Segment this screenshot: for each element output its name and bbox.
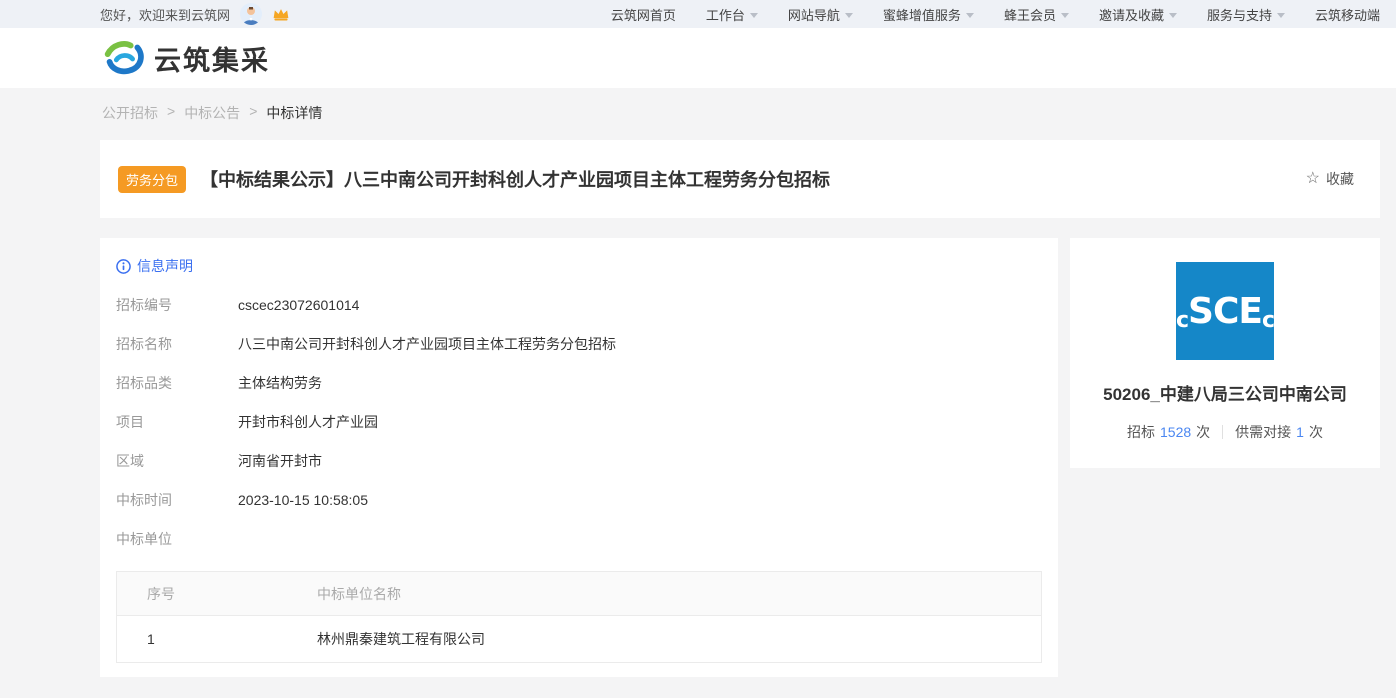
nav-queen-member[interactable]: 蜂王会员 xyxy=(1004,5,1069,24)
chevron-down-icon xyxy=(750,13,758,18)
chevron-down-icon xyxy=(966,13,974,18)
nav-sitemap[interactable]: 网站导航 xyxy=(788,5,853,24)
breadcrumb-open-tender[interactable]: 公开招标 xyxy=(102,103,158,123)
chevron-down-icon xyxy=(845,13,853,18)
chevron-down-icon xyxy=(1277,13,1285,18)
nav-service-support[interactable]: 服务与支持 xyxy=(1207,5,1285,24)
field-tender-name: 招标名称 八三中南公司开封科创人才产业园项目主体工程劳务分包招标 xyxy=(116,325,1042,364)
breadcrumb-award-notice[interactable]: 中标公告 xyxy=(184,103,240,123)
table-header-row: 序号 中标单位名称 xyxy=(117,572,1041,616)
tender-fields: 招标编号 cscec23072601014 招标名称 八三中南公司开封科创人才产… xyxy=(116,286,1042,559)
site-logo-text: 云筑集采 xyxy=(154,39,270,78)
field-award-unit: 中标单位 xyxy=(116,520,1042,559)
star-icon: ☆ xyxy=(1306,171,1320,187)
tender-info-panel: 信息声明 招标编号 cscec23072601014 招标名称 八三中南公司开封… xyxy=(100,238,1058,677)
chevron-down-icon xyxy=(1061,13,1069,18)
stat-tenders: 招标 1528 次 xyxy=(1127,422,1210,442)
category-badge: 劳务分包 xyxy=(118,166,186,193)
breadcrumb-separator: > xyxy=(167,103,175,123)
company-stats: 招标 1528 次 供需对接 1 次 xyxy=(1088,422,1362,442)
field-tender-number: 招标编号 cscec23072601014 xyxy=(116,286,1042,325)
table-cell-index: 1 xyxy=(117,631,317,647)
breadcrumb-separator: > xyxy=(249,103,257,123)
site-header: 云筑集采 xyxy=(0,28,1396,88)
cscec-logo: cSCEc xyxy=(1176,262,1274,360)
nav-invite-favorites[interactable]: 邀请及收藏 xyxy=(1099,5,1177,24)
field-award-time: 中标时间 2023-10-15 10:58:05 xyxy=(116,481,1042,520)
nav-bee-services[interactable]: 蜜蜂增值服务 xyxy=(883,5,974,24)
nav-workbench[interactable]: 工作台 xyxy=(706,5,758,24)
field-region: 区域 河南省开封市 xyxy=(116,442,1042,481)
company-card: cSCEc 50206_中建八局三公司中南公司 招标 1528 次 供需对接 1… xyxy=(1070,238,1380,468)
top-utility-bar: 您好，欢迎来到云筑网 云筑网首页 工作台 网站导航 蜜蜂增值服务 蜂王会员 邀请… xyxy=(0,0,1396,28)
info-icon xyxy=(116,259,131,274)
favorite-button[interactable]: ☆ 收藏 xyxy=(1306,169,1354,189)
info-declaration-label: 信息声明 xyxy=(137,256,193,276)
site-logo[interactable]: 云筑集采 xyxy=(100,35,270,81)
breadcrumb-award-detail: 中标详情 xyxy=(266,103,322,123)
yunzhu-logo-icon xyxy=(100,35,146,81)
table-header-unit-name: 中标单位名称 xyxy=(317,584,1041,604)
stat-supply-demand-count[interactable]: 1 xyxy=(1296,424,1304,440)
info-declaration-link[interactable]: 信息声明 xyxy=(116,256,1042,276)
page-title: 【中标结果公示】八三中南公司开封科创人才产业园项目主体工程劳务分包招标 xyxy=(200,166,1306,192)
nav-mobile[interactable]: 云筑移动端 xyxy=(1315,5,1380,24)
user-avatar[interactable] xyxy=(240,3,262,25)
field-project: 项目 开封市科创人才产业园 xyxy=(116,403,1042,442)
table-header-index: 序号 xyxy=(117,584,317,604)
favorite-label: 收藏 xyxy=(1326,169,1354,189)
person-icon xyxy=(240,3,262,25)
greeting-text: 您好，欢迎来到云筑网 xyxy=(100,5,230,24)
stats-divider xyxy=(1222,425,1223,439)
winning-units-table: 序号 中标单位名称 1 林州鼎秦建筑工程有限公司 xyxy=(116,571,1042,663)
stat-tenders-count[interactable]: 1528 xyxy=(1160,424,1191,440)
nav-home[interactable]: 云筑网首页 xyxy=(611,5,676,24)
field-tender-category: 招标品类 主体结构劳务 xyxy=(116,364,1042,403)
breadcrumb: 公开招标 > 中标公告 > 中标详情 xyxy=(100,88,1380,123)
chevron-down-icon xyxy=(1169,13,1177,18)
stat-supply-demand: 供需对接 1 次 xyxy=(1235,422,1323,442)
top-nav: 云筑网首页 工作台 网站导航 蜜蜂增值服务 蜂王会员 邀请及收藏 服务与支持 云… xyxy=(611,5,1380,24)
title-panel: 劳务分包 【中标结果公示】八三中南公司开封科创人才产业园项目主体工程劳务分包招标… xyxy=(100,140,1380,218)
table-cell-unit-name: 林州鼎秦建筑工程有限公司 xyxy=(317,629,1041,649)
table-row: 1 林州鼎秦建筑工程有限公司 xyxy=(117,616,1041,662)
vip-crown-icon[interactable] xyxy=(272,6,290,22)
company-name[interactable]: 50206_中建八局三公司中南公司 xyxy=(1088,380,1362,405)
